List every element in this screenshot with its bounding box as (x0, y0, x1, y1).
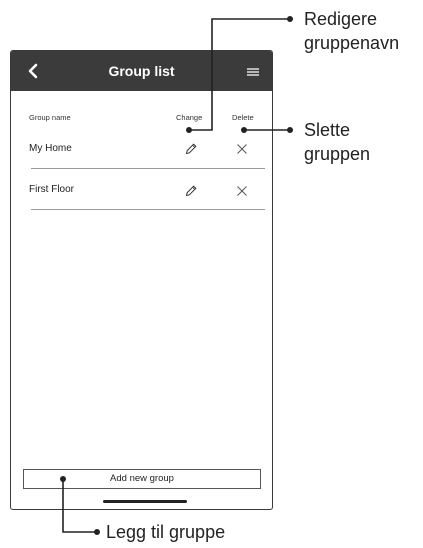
pencil-icon (185, 143, 197, 155)
group-name-first-floor[interactable]: First Floor (29, 184, 74, 195)
add-new-group-button[interactable]: Add new group (23, 469, 261, 489)
callout-add-group: Legg til gruppe (106, 522, 226, 542)
delete-group-button[interactable] (232, 139, 252, 159)
column-header-group-name: Group name (29, 113, 71, 122)
callout-rename-group: Redigere gruppenavn (304, 9, 400, 53)
back-button[interactable] (21, 59, 45, 83)
edit-group-button[interactable] (181, 139, 201, 159)
hamburger-menu-icon (247, 68, 259, 76)
edit-group-button[interactable] (181, 181, 201, 201)
delete-group-button[interactable] (232, 181, 252, 201)
group-name-my-home[interactable]: My Home (29, 143, 72, 154)
row-divider (31, 209, 265, 210)
close-icon (237, 144, 247, 154)
chevron-left-icon (28, 63, 38, 79)
home-indicator (103, 500, 187, 503)
phone-screen: Group list Group name Change Delete My H… (10, 50, 273, 510)
pencil-icon (185, 185, 197, 197)
menu-button[interactable] (242, 61, 264, 81)
column-header-change: Change (176, 113, 203, 122)
app-header: Group list (11, 51, 272, 91)
column-header-delete: Delete (232, 113, 254, 122)
row-divider (31, 168, 265, 169)
page-title: Group list (108, 63, 175, 79)
callout-delete-group: Slette gruppen (304, 120, 371, 164)
annotated-screenshot: Group list Group name Change Delete My H… (0, 0, 423, 548)
close-icon (237, 186, 247, 196)
